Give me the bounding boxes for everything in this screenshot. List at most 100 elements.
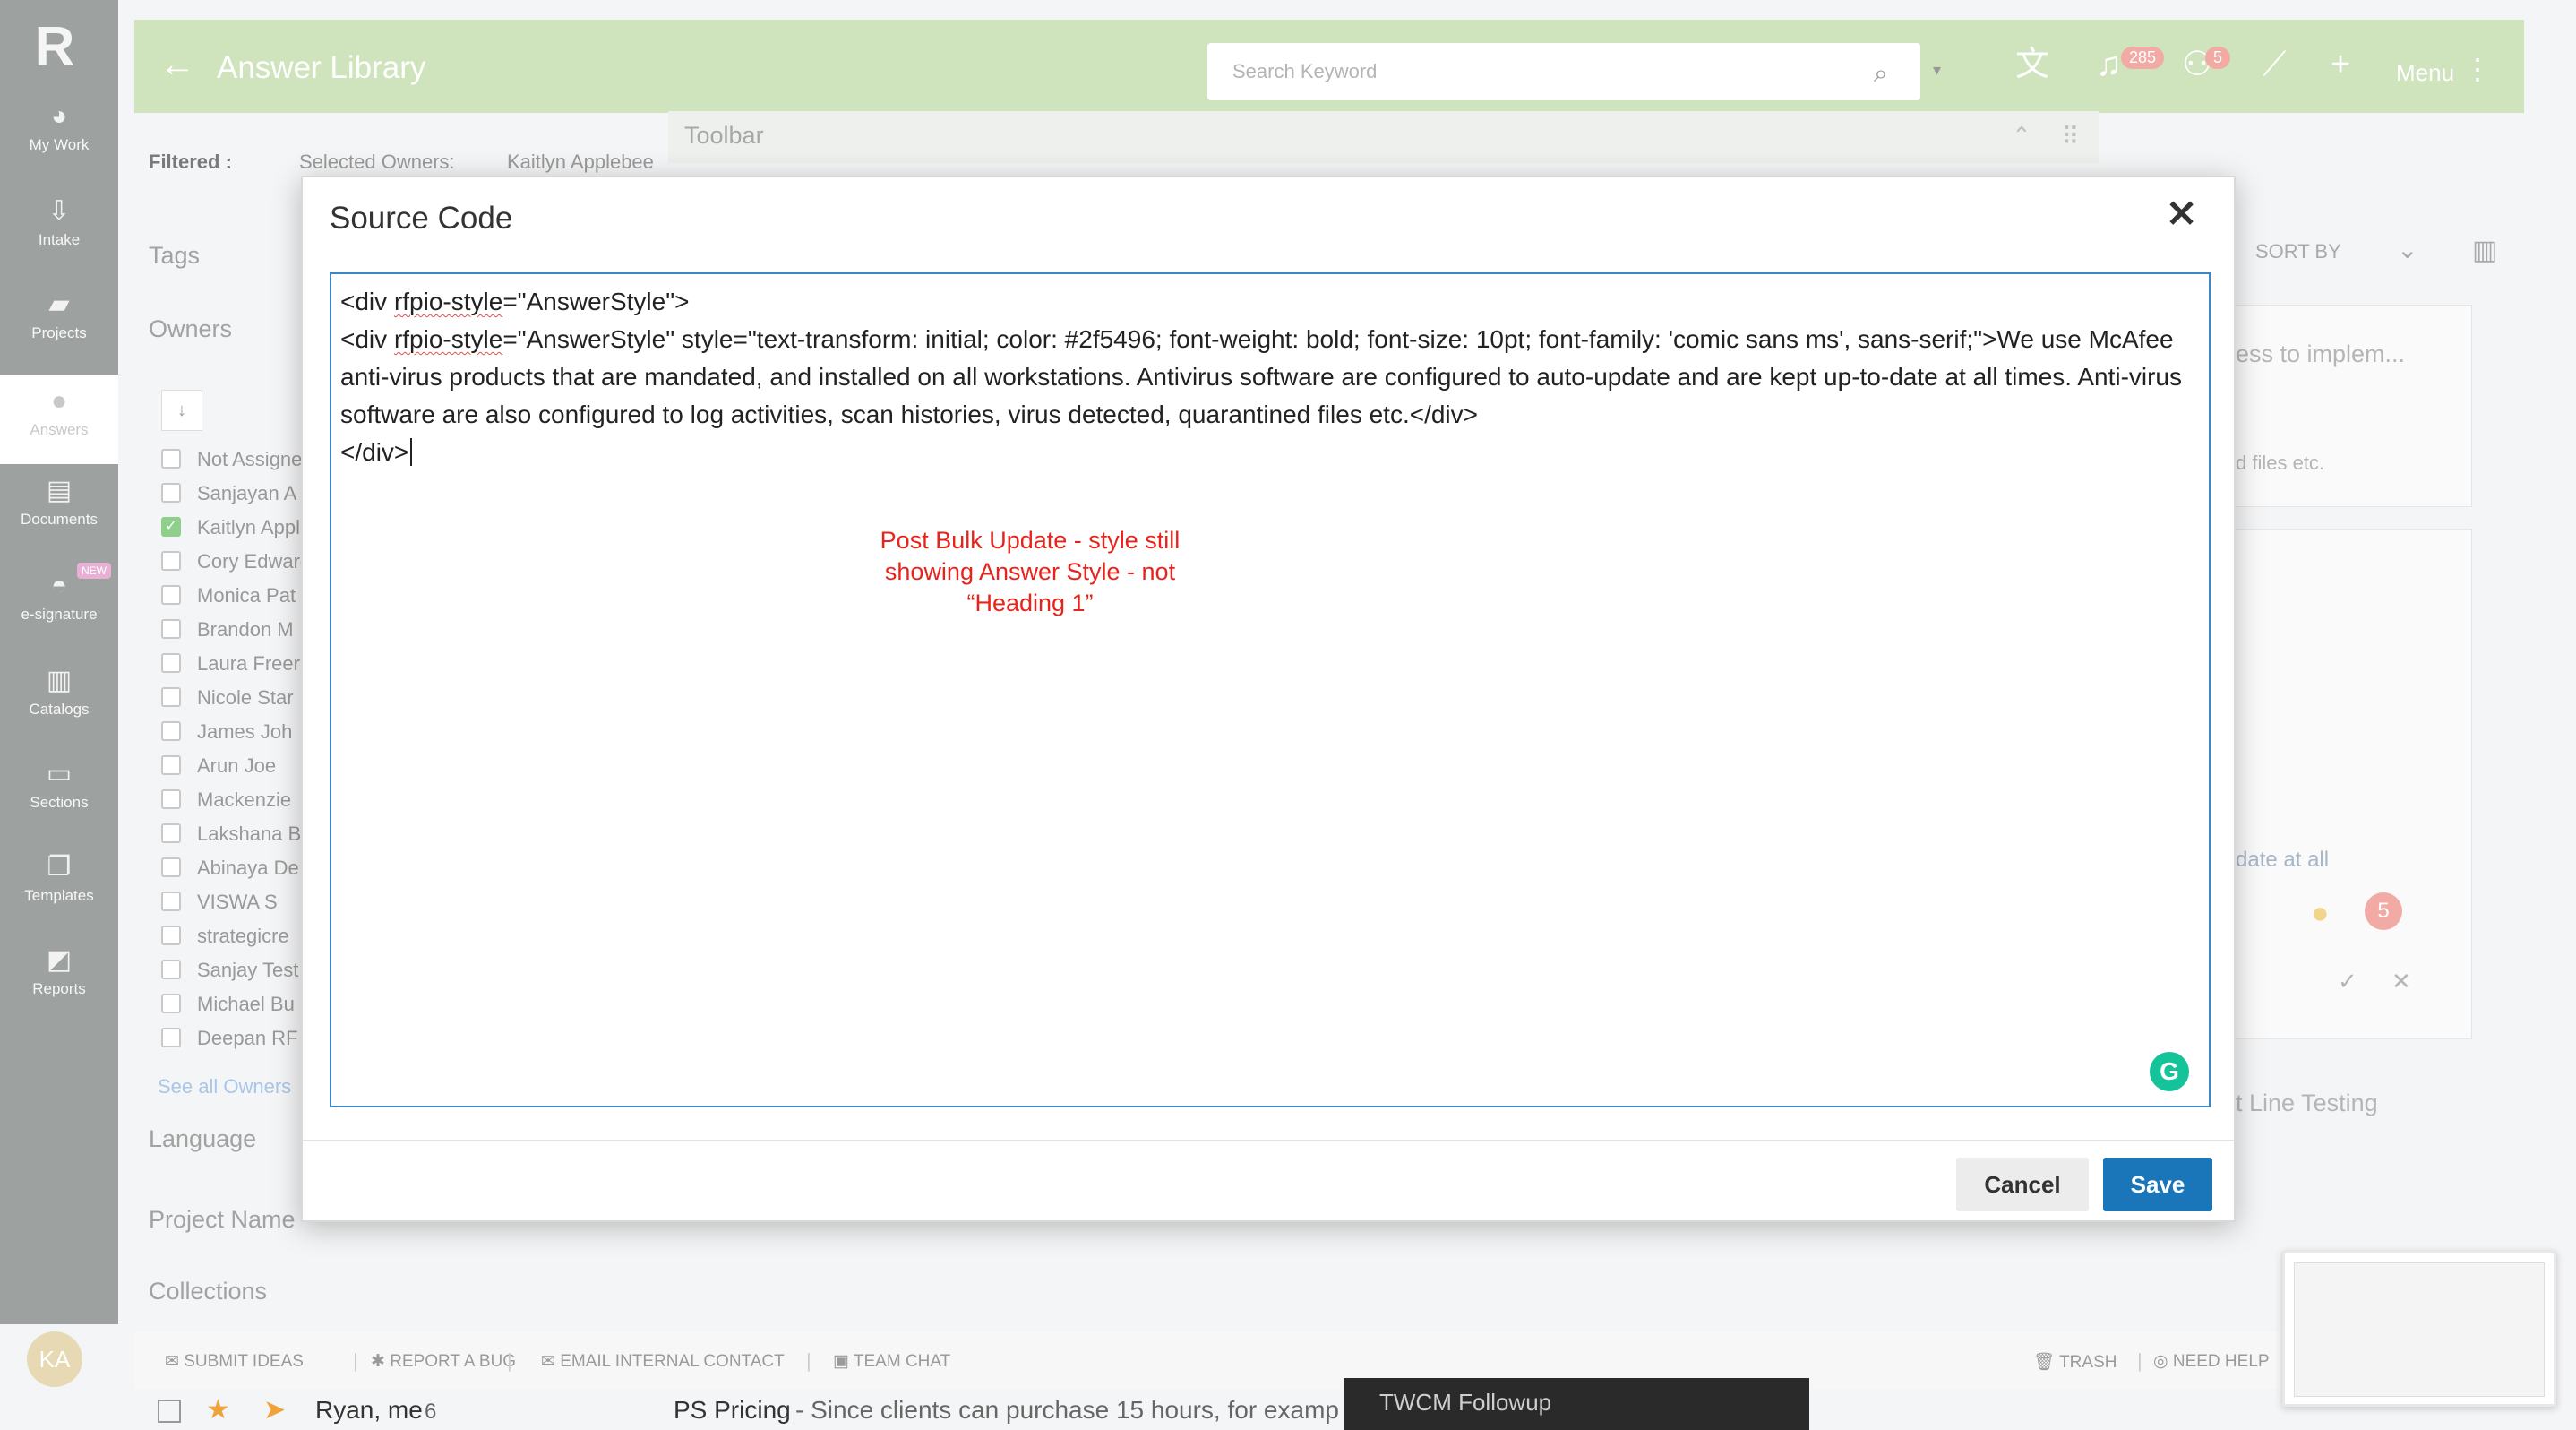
- intake-icon: ⇩: [47, 196, 71, 226]
- chevron-down-icon[interactable]: ▾: [1933, 61, 1941, 80]
- sort-az-icon[interactable]: ↓: [161, 390, 202, 431]
- owner-checkbox[interactable]: [161, 892, 181, 911]
- owner-checkbox[interactable]: [161, 857, 181, 877]
- grammarly-icon[interactable]: G: [2150, 1052, 2189, 1091]
- search-icon[interactable]: ⌕: [1874, 59, 1888, 89]
- cancel-button[interactable]: Cancel: [1956, 1158, 2089, 1211]
- tags-heading[interactable]: Tags: [149, 242, 200, 270]
- notifications-badge: 285: [2121, 47, 2165, 69]
- nav-item-reports[interactable]: ◩ Reports: [0, 934, 118, 1023]
- nav-label: Catalogs: [29, 701, 90, 718]
- owner-checkbox[interactable]: [161, 551, 181, 571]
- nav-item-documents[interactable]: ▤ Documents: [0, 464, 118, 554]
- code-line: </div>: [340, 434, 2194, 471]
- check-icon[interactable]: ✓: [2338, 968, 2357, 995]
- nav-item-templates[interactable]: ❐ Templates: [0, 840, 118, 930]
- chevron-up-icon[interactable]: ⌃: [2012, 122, 2031, 150]
- nav-item-intake[interactable]: ⇩ Intake: [0, 185, 118, 274]
- selected-owner-chip[interactable]: Kaitlyn Applebee: [507, 151, 654, 174]
- owner-checkbox-checked[interactable]: ✓: [161, 517, 181, 537]
- code-line: <div rfpio-style="AnswerStyle" style="te…: [340, 321, 2194, 434]
- footer-divider: |: [353, 1349, 358, 1372]
- trash-link[interactable]: 🗑 TRASH: [2033, 1351, 2117, 1373]
- reaction-badge[interactable]: 5: [2365, 892, 2402, 930]
- plus-icon[interactable]: +: [2331, 47, 2350, 82]
- background-email-row: ★ ➤ Ryan, me 6 PS Pricing - Since client…: [0, 1392, 2576, 1430]
- nav-item-e-signature[interactable]: ◓ e-signature NEW: [0, 559, 118, 649]
- thread-count: 6: [425, 1400, 437, 1424]
- owner-checkbox[interactable]: [161, 960, 181, 979]
- important-icon[interactable]: ➤: [263, 1394, 286, 1426]
- email-contact-link[interactable]: ✉ EMAIL INTERNAL CONTACT: [541, 1351, 785, 1372]
- save-button[interactable]: Save: [2103, 1158, 2212, 1211]
- email-sender: Ryan, me: [315, 1396, 423, 1424]
- owners-heading[interactable]: Owners: [149, 315, 232, 343]
- more-vertical-icon[interactable]: ⋮: [2463, 52, 2492, 86]
- row-checkbox[interactable]: [158, 1400, 181, 1423]
- email-preview: - Since clients can purchase 15 hours, f…: [795, 1396, 1339, 1424]
- close-icon[interactable]: ✕: [2166, 195, 2197, 233]
- user-avatar[interactable]: KA: [27, 1331, 82, 1387]
- source-code-editor[interactable]: <div rfpio-style="AnswerStyle"> <div rfp…: [330, 272, 2211, 1107]
- nav-item-answers[interactable]: ● Answers: [0, 375, 118, 464]
- app-logo[interactable]: R: [32, 18, 77, 77]
- answer-snippet: ess to implem...: [2236, 340, 2406, 367]
- owner-checkbox[interactable]: [161, 653, 181, 673]
- code-line: <div rfpio-style="AnswerStyle">: [340, 283, 2194, 321]
- owner-checkbox[interactable]: [161, 687, 181, 707]
- owner-checkbox[interactable]: [161, 721, 181, 741]
- nav-label: Intake: [38, 231, 81, 248]
- search-input[interactable]: [1232, 43, 1824, 100]
- nav-label: Projects: [31, 324, 87, 341]
- source-code-modal: Source Code ✕ <div rfpio-style="AnswerSt…: [301, 176, 2236, 1222]
- owner-checkbox[interactable]: [161, 449, 181, 469]
- chevron-down-icon[interactable]: ⌄: [2397, 235, 2417, 264]
- see-all-owners-link[interactable]: See all Owners: [158, 1075, 291, 1098]
- translate-icon[interactable]: 文: [2015, 47, 2049, 82]
- reports-icon: ◩: [46, 945, 73, 975]
- owner-name: Michael Bu: [197, 993, 295, 1015]
- columns-icon[interactable]: ▥: [2472, 235, 2497, 266]
- code-text: ="AnswerStyle" style="text-transform: in…: [340, 325, 2183, 428]
- team-chat-link[interactable]: ▣ TEAM CHAT: [833, 1351, 950, 1372]
- owner-name: Abinaya De: [197, 857, 299, 879]
- owner-checkbox[interactable]: [161, 994, 181, 1013]
- analytics-icon[interactable]: ⟋: [2263, 47, 2287, 82]
- owner-checkbox[interactable]: [161, 926, 181, 945]
- nav-item-catalogs[interactable]: ▥ Catalogs: [0, 654, 118, 744]
- nav-item-sections[interactable]: ▭ Sections: [0, 747, 118, 837]
- followup-pill[interactable]: TWCM Followup: [1344, 1378, 1809, 1430]
- grid-icon[interactable]: ⠿: [2061, 122, 2080, 151]
- language-heading[interactable]: Language: [149, 1125, 256, 1153]
- sort-by-label[interactable]: SORT BY: [2255, 240, 2341, 263]
- neutral-face-icon[interactable]: ●: [2311, 896, 2330, 931]
- left-nav: R ◕ My Work ⇩ Intake ▰ Projects ● Answer…: [0, 0, 118, 1324]
- owner-checkbox[interactable]: [161, 755, 181, 775]
- nav-label: Templates: [24, 887, 94, 904]
- submit-ideas-link[interactable]: ✉ SUBMIT IDEAS: [165, 1351, 304, 1372]
- nav-item-projects[interactable]: ▰ Projects: [0, 278, 118, 367]
- modal-divider: [303, 1140, 2234, 1141]
- project-name-heading[interactable]: Project Name: [149, 1206, 296, 1234]
- app-footer: ✉ SUBMIT IDEAS | ✱ REPORT A BUG | ✉ EMAI…: [134, 1331, 2524, 1389]
- nav-item-my-work[interactable]: ◕ My Work: [0, 90, 118, 179]
- star-icon[interactable]: ★: [206, 1394, 230, 1426]
- owner-checkbox[interactable]: [161, 585, 181, 605]
- close-icon[interactable]: ✕: [2391, 968, 2411, 995]
- screenshot-thumbnail[interactable]: [2282, 1251, 2556, 1407]
- owner-checkbox[interactable]: [161, 483, 181, 503]
- new-badge: NEW: [77, 563, 111, 579]
- code-text: </div>: [340, 438, 409, 466]
- owner-name: Sanjayan A: [197, 482, 297, 504]
- owner-checkbox[interactable]: [161, 789, 181, 809]
- back-arrow-icon[interactable]: ←: [159, 47, 195, 82]
- owner-checkbox[interactable]: [161, 823, 181, 843]
- report-bug-link[interactable]: ✱ REPORT A BUG: [371, 1351, 516, 1372]
- bell-icon[interactable]: ♫: [2096, 47, 2122, 82]
- owner-checkbox[interactable]: [161, 1028, 181, 1047]
- need-help-link[interactable]: ◎ NEED HELP: [2153, 1351, 2270, 1372]
- menu-label[interactable]: Menu: [2396, 59, 2454, 87]
- collections-heading[interactable]: Collections: [149, 1278, 267, 1308]
- dashboard-icon: ◕: [50, 101, 68, 131]
- owner-checkbox[interactable]: [161, 619, 181, 639]
